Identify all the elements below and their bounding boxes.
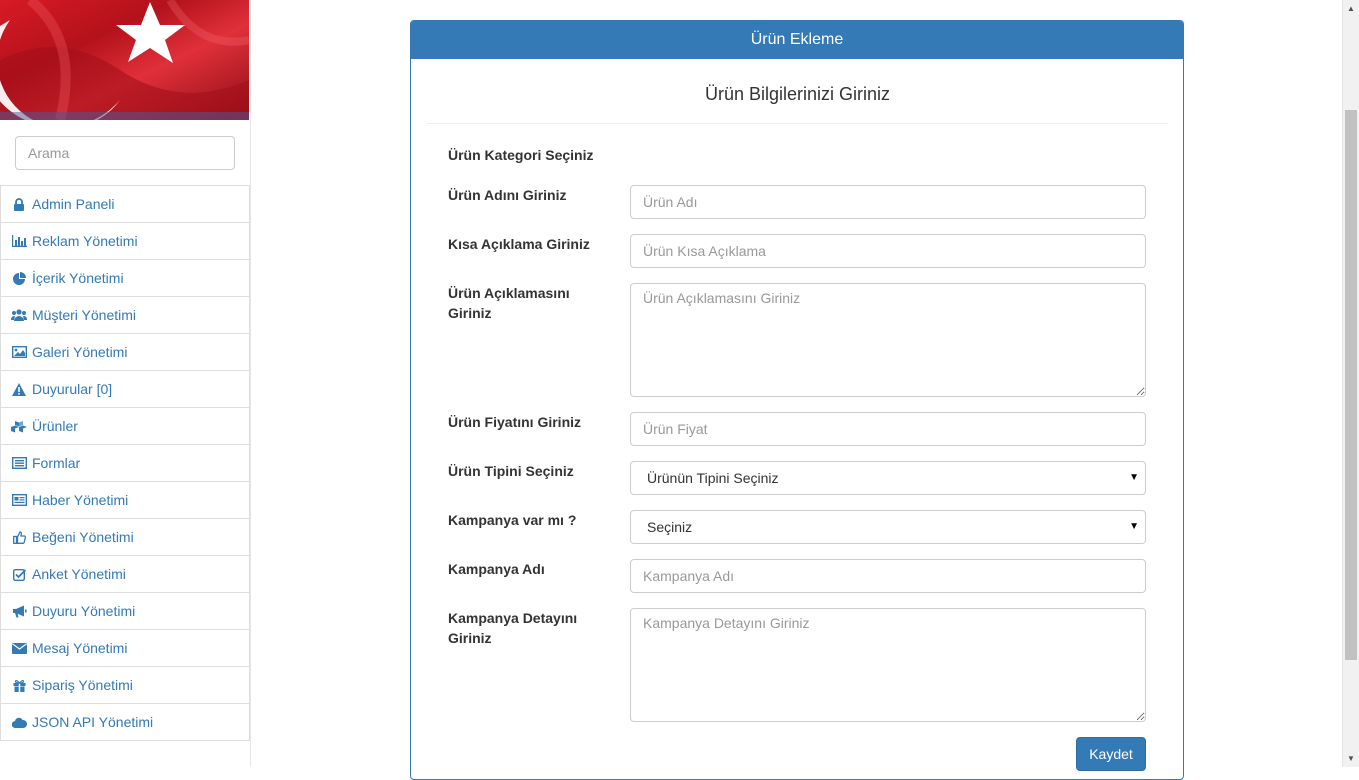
cubes-icon [11, 419, 27, 433]
cloud-icon [11, 715, 27, 729]
bullhorn-icon [11, 604, 27, 618]
sidebar-item-label: Reklam Yönetimi [32, 233, 138, 249]
category-label: Ürün Kategori Seçiniz [448, 147, 594, 163]
sidebar-item-icerik[interactable]: İçerik Yönetimi [0, 260, 250, 297]
check-square-icon [11, 567, 27, 581]
sidebar: Admin Paneli Reklam Yönetimi İçerik Yöne… [0, 0, 251, 767]
sidebar-item-reklam[interactable]: Reklam Yönetimi [0, 223, 250, 260]
product-type-label: Ürün Tipini Seçiniz [448, 463, 574, 479]
sidebar-item-duyurular[interactable]: Duyurular [0] [0, 371, 250, 408]
warning-icon [11, 382, 27, 396]
sidebar-menu: Admin Paneli Reklam Yönetimi İçerik Yöne… [0, 185, 250, 741]
campaign-detail-label-line2: Giriniz [448, 630, 492, 646]
caret-down-icon: ▼ [1129, 472, 1139, 483]
caret-down-icon: ▼ [1129, 521, 1139, 532]
campaign-detail-label: Kampanya Detayını Giriniz [448, 608, 577, 648]
product-add-panel: Ürün Ekleme Ürün Bilgilerinizi Giriniz Ü… [410, 20, 1184, 780]
sidebar-item-urunler[interactable]: Ürünler [0, 408, 250, 445]
sidebar-item-label: JSON API Yönetimi [32, 714, 154, 730]
thumbs-up-icon [11, 530, 27, 544]
short-description-input[interactable] [630, 234, 1146, 268]
sidebar-item-anket[interactable]: Anket Yönetimi [0, 556, 250, 593]
search-input[interactable] [15, 136, 235, 170]
sidebar-item-musteri[interactable]: Müşteri Yönetimi [0, 297, 250, 334]
sidebar-item-label: Anket Yönetimi [32, 566, 126, 582]
sidebar-item-label: Galeri Yönetimi [32, 344, 128, 360]
description-label-line2: Giriniz [448, 305, 492, 321]
sidebar-item-admin-paneli[interactable]: Admin Paneli [0, 185, 250, 223]
sidebar-item-label: Duyurular [0] [32, 381, 113, 397]
sidebar-item-galeri[interactable]: Galeri Yönetimi [0, 334, 250, 371]
sidebar-item-begeni[interactable]: Beğeni Yönetimi [0, 519, 250, 556]
sidebar-item-label: Admin Paneli [32, 196, 115, 212]
product-type-select[interactable]: Ürünün Tipini Seçiniz ▼ [630, 461, 1146, 495]
scroll-up-icon[interactable]: ▲ [1343, 0, 1359, 17]
turkish-flag-banner [0, 0, 249, 120]
product-name-input[interactable] [630, 185, 1146, 219]
sidebar-item-label: Müşteri Yönetimi [32, 307, 137, 323]
sidebar-item-mesaj[interactable]: Mesaj Yönetimi [0, 630, 250, 667]
scroll-down-icon[interactable]: ▼ [1343, 750, 1359, 767]
image-icon [11, 345, 27, 359]
envelope-icon [11, 641, 27, 655]
scrollbar-thumb[interactable] [1345, 110, 1357, 660]
campaign-exists-select[interactable]: Seçiniz ▼ [630, 510, 1146, 544]
campaign-detail-label-line1: Kampanya Detayını [448, 610, 578, 626]
price-label: Ürün Fiyatını Giriniz [448, 414, 582, 430]
campaign-detail-textarea[interactable] [630, 608, 1146, 722]
sidebar-item-label: Ürünler [32, 418, 78, 434]
sidebar-item-label: Mesaj Yönetimi [32, 640, 128, 656]
short-description-label: Kısa Açıklama Giriniz [448, 236, 590, 252]
sidebar-item-label: Haber Yönetimi [32, 492, 129, 508]
page-scrollbar[interactable]: ▲ ▼ [1342, 0, 1359, 767]
bar-chart-icon [11, 234, 27, 248]
sidebar-item-formlar[interactable]: Formlar [0, 445, 250, 482]
sidebar-item-siparis[interactable]: Sipariş Yönetimi [0, 667, 250, 704]
save-button[interactable]: Kaydet [1076, 737, 1146, 771]
description-label-line1: Ürün Açıklamasını [448, 285, 570, 301]
campaign-exists-label: Kampanya var mı ? [448, 512, 577, 528]
list-icon [11, 456, 27, 470]
campaign-name-input[interactable] [630, 559, 1146, 593]
product-name-label: Ürün Adını Giriniz [448, 187, 567, 203]
newspaper-icon [11, 493, 27, 507]
campaign-exists-selected: Seçiniz [647, 519, 693, 535]
sidebar-item-label: Duyuru Yönetimi [32, 603, 136, 619]
sidebar-item-haber[interactable]: Haber Yönetimi [0, 482, 250, 519]
description-label: Ürün Açıklamasını Giriniz [448, 283, 570, 323]
sidebar-item-label: Beğeni Yönetimi [32, 529, 134, 545]
price-input[interactable] [630, 412, 1146, 446]
users-icon [11, 308, 27, 322]
panel-heading: Ürün Ekleme [411, 21, 1183, 59]
gift-icon [11, 678, 27, 692]
product-type-selected: Ürünün Tipini Seçiniz [647, 470, 779, 486]
lock-icon [11, 197, 27, 211]
sidebar-item-label: İçerik Yönetimi [32, 270, 124, 286]
description-textarea[interactable] [630, 283, 1146, 397]
sidebar-item-json-api[interactable]: JSON API Yönetimi [0, 704, 250, 741]
sidebar-item-label: Sipariş Yönetimi [32, 677, 133, 693]
form-subtitle: Ürün Bilgilerinizi Giriniz [427, 59, 1168, 124]
pie-chart-icon [11, 271, 27, 285]
sidebar-item-label: Formlar [32, 455, 81, 471]
campaign-name-label: Kampanya Adı [448, 561, 545, 577]
sidebar-item-duyuru[interactable]: Duyuru Yönetimi [0, 593, 250, 630]
